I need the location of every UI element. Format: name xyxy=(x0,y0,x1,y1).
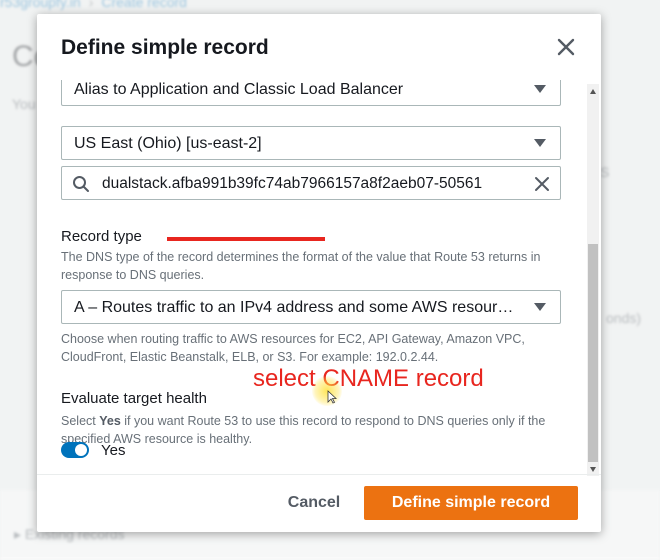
caret-down-icon xyxy=(534,139,546,147)
record-type-description: The DNS type of the record determines th… xyxy=(61,250,541,282)
caret-down-icon xyxy=(534,85,546,93)
toggle-label: Yes xyxy=(101,442,126,459)
clear-icon[interactable] xyxy=(532,174,552,194)
evaluate-health-label: Evaluate target health xyxy=(61,390,207,407)
modal-body: Alias to Application and Classic Load Ba… xyxy=(37,80,585,476)
record-type-select[interactable]: A – Routes traffic to an IPv4 address an… xyxy=(61,290,561,324)
load-balancer-value: dualstack.afba991b39fc74ab7966157a8f2aeb… xyxy=(102,175,483,192)
load-balancer-search-input[interactable]: dualstack.afba991b39fc74ab7966157a8f2aeb… xyxy=(61,166,561,200)
search-icon xyxy=(73,176,89,192)
modal-title: Define simple record xyxy=(61,36,269,59)
scroll-up-icon[interactable] xyxy=(590,89,596,94)
toggle-knob xyxy=(75,444,87,456)
region-value: US East (Ohio) [us-east-2] xyxy=(74,135,262,152)
evaluate-health-toggle[interactable] xyxy=(61,442,89,458)
mouse-pointer-icon xyxy=(327,390,337,404)
close-button[interactable] xyxy=(555,36,577,58)
define-simple-record-modal: Define simple record Alias to Applicatio… xyxy=(37,14,601,532)
record-type-value: A – Routes traffic to an IPv4 address an… xyxy=(74,299,514,316)
modal-scrollbar[interactable] xyxy=(587,84,599,476)
scroll-down-icon[interactable] xyxy=(590,467,596,472)
define-simple-record-button[interactable]: Define simple record xyxy=(364,486,578,520)
endpoint-type-value: Alias to Application and Classic Load Ba… xyxy=(74,81,404,98)
description-prefix: Select xyxy=(61,414,100,428)
caret-down-icon xyxy=(534,303,546,311)
region-select[interactable]: US East (Ohio) [us-east-2] xyxy=(61,126,561,160)
endpoint-type-select[interactable]: Alias to Application and Classic Load Ba… xyxy=(61,80,561,106)
record-type-label: Record type xyxy=(61,228,142,245)
record-type-help: Choose when routing traffic to AWS resou… xyxy=(61,332,525,364)
evaluate-health-description: Select Yes if you want Route 53 to use t… xyxy=(61,412,561,448)
footer-divider xyxy=(37,474,601,475)
description-bold: Yes xyxy=(99,414,121,428)
close-icon xyxy=(557,38,575,56)
description-suffix: if you want Route 53 to use this record … xyxy=(61,414,546,446)
scroll-thumb[interactable] xyxy=(588,244,598,462)
annotation-underline xyxy=(167,237,325,241)
annotation-text: select CNAME record xyxy=(253,365,484,392)
modal-header: Define simple record xyxy=(37,14,601,80)
cancel-button[interactable]: Cancel xyxy=(269,486,359,520)
